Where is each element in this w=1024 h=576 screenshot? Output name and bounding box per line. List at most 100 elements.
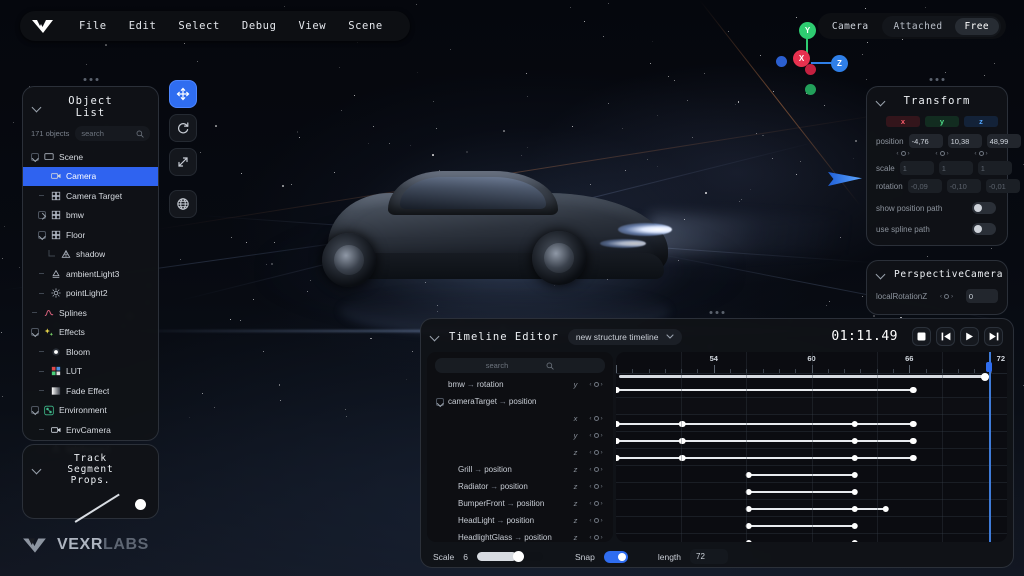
- object-list-item[interactable]: bmw: [23, 206, 158, 226]
- keyframe-marker[interactable]: [851, 488, 858, 495]
- keyframe-marker[interactable]: [616, 386, 620, 393]
- scale-z-input[interactable]: 1: [977, 161, 1012, 175]
- object-list-item[interactable]: Effects: [23, 323, 158, 343]
- timeline-select-dropdown[interactable]: new structure timeline: [567, 328, 682, 345]
- keyframe-segment[interactable]: [748, 474, 855, 476]
- menu-item-edit[interactable]: Edit: [118, 15, 168, 37]
- timeline-horizontal-scrollbar[interactable]: [619, 372, 989, 381]
- menu-item-select[interactable]: Select: [167, 15, 231, 37]
- keyframe-marker[interactable]: [616, 420, 620, 427]
- track-segment-props-collapse-icon[interactable]: [33, 465, 42, 474]
- object-list-item[interactable]: Camera Target: [23, 186, 158, 206]
- timeline-track-row[interactable]: bmw → rotation y ‹ ›: [427, 376, 613, 393]
- keyframe-segment[interactable]: [616, 423, 914, 425]
- scale-tool-button[interactable]: [169, 148, 197, 176]
- keyframe-marker[interactable]: [851, 420, 858, 427]
- position-z-spinner[interactable]: ‹ ›: [964, 150, 998, 157]
- object-list-item[interactable]: Scene: [23, 147, 158, 167]
- transform-collapse-icon[interactable]: [877, 97, 886, 106]
- show-position-path-toggle[interactable]: [972, 202, 996, 214]
- play-button[interactable]: [960, 327, 979, 346]
- object-list-item[interactable]: LUT: [23, 362, 158, 382]
- object-list-collapse-icon[interactable]: [33, 103, 42, 112]
- rotate-tool-button[interactable]: [169, 114, 197, 142]
- track-twisty-expanded-icon[interactable]: [435, 397, 444, 406]
- rotation-x-input[interactable]: -0,09: [907, 179, 942, 193]
- timeline-track-row[interactable]: Grill → position z ‹ ›: [427, 461, 613, 478]
- gizmo-z-neg-handle[interactable]: [776, 56, 787, 67]
- keyframe-marker[interactable]: [909, 420, 917, 427]
- keyframe-marker[interactable]: [851, 471, 858, 478]
- object-list-item[interactable]: Fade Effect: [23, 381, 158, 401]
- keyframe-marker[interactable]: [851, 522, 858, 529]
- track-keyframe-stepper[interactable]: ‹ ›: [585, 415, 607, 422]
- keyframe-marker[interactable]: [851, 505, 858, 512]
- track-keyframe-stepper[interactable]: ‹ ›: [585, 500, 607, 507]
- gizmo-y-neg-handle[interactable]: [805, 84, 816, 95]
- keyframe-marker[interactable]: [882, 505, 890, 512]
- timeline-drag-handle[interactable]: [709, 311, 725, 314]
- object-list-item[interactable]: Bloom: [23, 342, 158, 362]
- track-keyframe-stepper[interactable]: ‹ ›: [585, 517, 607, 524]
- next-frame-button[interactable]: [984, 327, 1003, 346]
- menu-item-debug[interactable]: Debug: [231, 15, 288, 37]
- timeline-track-row[interactable]: y ‹ ›: [427, 427, 613, 444]
- local-rotation-z-spinner[interactable]: ‹ ›: [933, 293, 960, 300]
- keyframe-segment[interactable]: [748, 525, 855, 527]
- keyframe-marker[interactable]: [616, 437, 620, 444]
- stop-button[interactable]: [912, 327, 931, 346]
- rotation-z-input[interactable]: -0,01: [985, 179, 1020, 193]
- keyframe-marker[interactable]: [909, 386, 917, 393]
- position-x-input[interactable]: -4,76: [908, 134, 943, 148]
- timeline-track-row[interactable]: cameraTarget → position: [427, 393, 613, 410]
- object-list-item[interactable]: Splines: [23, 303, 158, 323]
- keyframe-segment[interactable]: [748, 491, 855, 493]
- axis-gizmo[interactable]: Y X Z: [765, 18, 865, 118]
- perspective-camera-collapse-icon[interactable]: [877, 270, 886, 279]
- snap-toggle[interactable]: [603, 550, 628, 563]
- local-rotation-z-input[interactable]: 0: [965, 289, 998, 303]
- transform-drag-handle[interactable]: [929, 78, 945, 81]
- track-keyframe-stepper[interactable]: ‹ ›: [585, 466, 607, 473]
- vexr-logo-icon[interactable]: [30, 17, 56, 35]
- object-list-item[interactable]: shadow: [23, 245, 158, 265]
- timeline-track-row[interactable]: Radiator → position z ‹ ›: [427, 478, 613, 495]
- timeline-collapse-icon[interactable]: [431, 332, 440, 341]
- timeline-keyframe-area[interactable]: 54 60 66 72: [616, 352, 1007, 542]
- object-list-item[interactable]: pointLight2: [23, 284, 158, 304]
- move-tool-button[interactable]: [169, 80, 197, 108]
- world-space-button[interactable]: [169, 190, 197, 218]
- timeline-search-input[interactable]: search: [435, 358, 605, 373]
- tree-twisty-expanded-icon[interactable]: [30, 328, 39, 337]
- track-keyframe-stepper[interactable]: ‹ ›: [585, 449, 607, 456]
- scrollbar-knob[interactable]: [981, 372, 989, 381]
- timeline-track-row[interactable]: HeadLight → position z ‹ ›: [427, 512, 613, 529]
- track-keyframe-stepper[interactable]: ‹ ›: [585, 483, 607, 490]
- tree-twisty-expanded-icon[interactable]: [37, 230, 46, 239]
- track-keyframe-stepper[interactable]: ‹ ›: [585, 534, 607, 541]
- keyframe-segment[interactable]: [748, 508, 886, 510]
- camera-mode-attached[interactable]: Attached: [884, 18, 953, 35]
- object-search-input[interactable]: search: [75, 126, 150, 141]
- gizmo-z-handle[interactable]: Z: [831, 55, 848, 72]
- timeline-track-row[interactable]: BumperFront → position z ‹ ›: [427, 495, 613, 512]
- timeline-track-row[interactable]: HeadlightGlass → position z ‹ ›: [427, 529, 613, 542]
- keyframe-marker[interactable]: [909, 454, 917, 461]
- playhead-handle[interactable]: [986, 362, 993, 372]
- prev-frame-button[interactable]: [936, 327, 955, 346]
- tree-twisty-collapsed-icon[interactable]: [37, 211, 46, 220]
- keyframe-marker[interactable]: [909, 437, 917, 444]
- keyframe-marker[interactable]: [616, 454, 620, 461]
- keyframe-segment[interactable]: [616, 389, 914, 391]
- use-spline-path-toggle[interactable]: [972, 223, 996, 235]
- curve-control-point[interactable]: [135, 499, 146, 510]
- position-z-input[interactable]: 48,99: [986, 134, 1021, 148]
- track-keyframe-stepper[interactable]: ‹ ›: [585, 432, 607, 439]
- object-list-item[interactable]: ambientLight3: [23, 264, 158, 284]
- playhead[interactable]: [989, 352, 991, 542]
- keyframe-marker[interactable]: [851, 437, 858, 444]
- keyframe-segment[interactable]: [616, 457, 914, 459]
- keyframe-marker[interactable]: [851, 539, 858, 542]
- tree-twisty-expanded-icon[interactable]: [30, 406, 39, 415]
- position-y-spinner[interactable]: ‹ ›: [925, 150, 959, 157]
